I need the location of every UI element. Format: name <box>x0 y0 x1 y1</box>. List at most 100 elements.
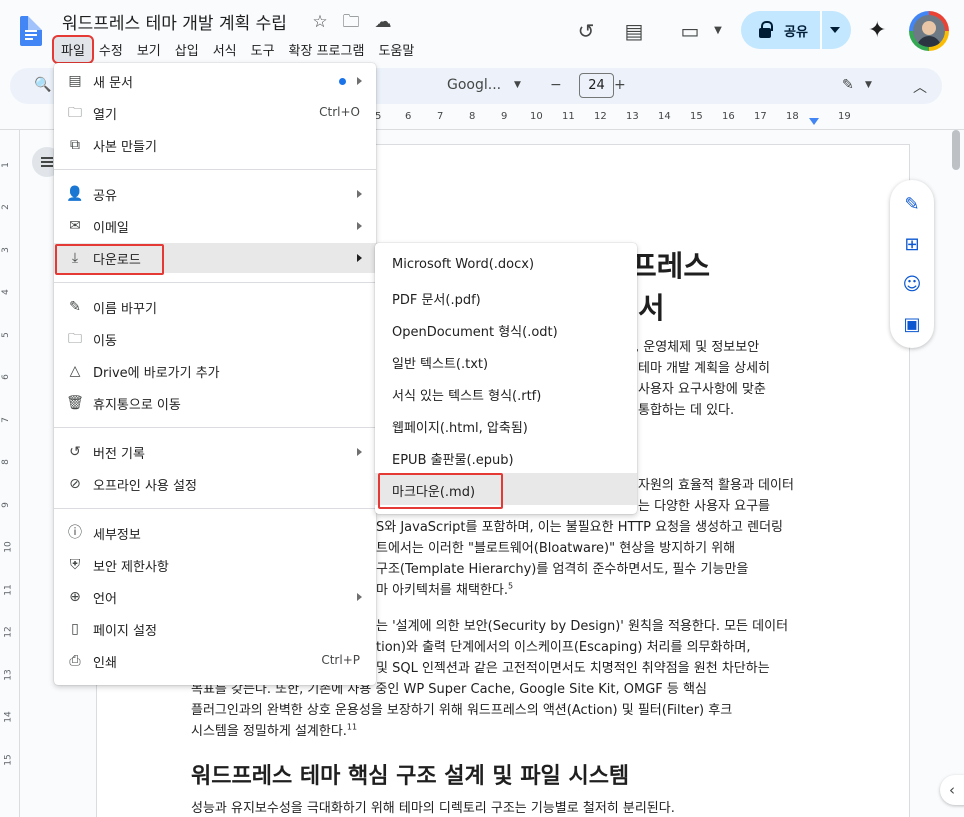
decrease-font-size-button[interactable]: − <box>550 77 562 93</box>
menu-item-open[interactable]: 🗀 열기 Ctrl+O <box>54 98 376 128</box>
font-family-select[interactable]: Googl... <box>447 77 501 93</box>
menu-edit[interactable]: 수정 <box>92 37 130 62</box>
paragraph-text: S와 JavaScript를 포함하며, 이는 불필요한 HTTP 요청을 생성… <box>376 520 783 535</box>
menu-help[interactable]: 도움말 <box>371 37 421 62</box>
search-menus-icon[interactable]: 🔍 <box>34 77 51 93</box>
font-size-input[interactable]: 24 <box>579 73 614 98</box>
comments-icon[interactable]: ▤ <box>621 18 647 44</box>
meet-icon[interactable]: ▭ <box>677 18 703 44</box>
menu-item-security-limits[interactable]: ⛨ 보안 제한사항 <box>54 550 376 580</box>
share-label: 공유 <box>784 25 808 40</box>
increase-font-size-button[interactable]: + <box>614 77 626 93</box>
right-indent-marker[interactable] <box>809 118 819 125</box>
document-heading-line1: 프레스 <box>630 249 711 283</box>
menu-item-make-copy[interactable]: ⧉ 사본 만들기 <box>54 130 376 160</box>
paragraph-text: 테마 개발 계획을 상세히 <box>638 361 770 376</box>
menu-tools[interactable]: 도구 <box>244 37 282 62</box>
download-html[interactable]: 웹페이지(.html, 압축됨) <box>375 409 637 441</box>
download-pdf[interactable]: PDF 문서(.pdf) <box>375 281 637 313</box>
menu-item-move-to-trash[interactable]: 🗑 휴지통으로 이동 <box>54 388 376 418</box>
menu-item-version-history[interactable]: ↺ 버전 기록 <box>54 437 376 467</box>
paragraph-text: 및 SQL 인젝션과 같은 고전적이면서도 치명적인 취약점을 원천 차단하는 <box>376 661 770 676</box>
menu-item-share[interactable]: 👤 공유 <box>54 179 376 209</box>
menu-bar: 파일 수정 보기 삽입 서식 도구 확장 프로그램 도움말 <box>52 34 421 64</box>
move-folder-icon: 🗀 <box>68 331 82 347</box>
share-dropdown-icon[interactable] <box>830 27 840 33</box>
cloud-status-icon[interactable]: ☁ <box>373 12 393 32</box>
paragraph-text: 사용자 요구사항에 맞춘 <box>638 382 766 397</box>
trash-icon: 🗑 <box>66 395 84 411</box>
chevron-left-icon[interactable]: ‹ <box>940 775 964 805</box>
paragraph-text: 마 아키텍처를 채택한다.5 <box>376 581 514 598</box>
chevron-down-icon[interactable]: ▼ <box>705 18 731 44</box>
drive-shortcut-icon: △ <box>69 363 81 379</box>
menu-item-rename[interactable]: ✎ 이름 바꾸기 <box>54 292 376 322</box>
download-epub[interactable]: EPUB 출판물(.epub) <box>375 441 637 473</box>
paragraph-text: tion)와 출력 단계에서의 이스케이프(Escaping) 처리를 의무화하… <box>376 640 751 655</box>
vertical-scrollbar[interactable] <box>952 130 960 170</box>
new-indicator-dot <box>339 78 346 85</box>
menu-item-page-setup[interactable]: ▯ 페이지 설정 <box>54 614 376 644</box>
submenu-arrow-icon <box>357 593 362 601</box>
download-markdown[interactable]: 마크다운(.md) <box>375 473 637 509</box>
submenu-arrow-icon <box>357 222 362 230</box>
emoji-reaction-icon[interactable]: ☺ <box>900 273 924 297</box>
add-comment-icon[interactable]: ⊞ <box>900 233 924 257</box>
side-actions-panel: ✎ ⊞ ☺ ▣ <box>890 180 934 348</box>
submenu-arrow-icon <box>357 190 362 198</box>
avatar[interactable] <box>909 11 949 51</box>
collapse-toolbar-icon[interactable]: ︿ <box>913 77 927 97</box>
menu-format[interactable]: 서식 <box>206 37 244 62</box>
document-title[interactable]: 워드프레스 테마 개발 계획 수립 <box>62 9 287 34</box>
footnote-ref[interactable]: 11 <box>347 723 357 732</box>
version-history-icon[interactable]: ↺ <box>573 18 599 44</box>
menu-item-offline[interactable]: ⊘ 오프라인 사용 설정 <box>54 469 376 499</box>
chevron-down-icon[interactable]: ▼ <box>865 80 872 90</box>
suggest-edit-icon[interactable]: ▣ <box>900 313 924 337</box>
menu-item-print[interactable]: ⎙ 인쇄 Ctrl+P <box>54 646 376 676</box>
document-heading-line2: 서 <box>638 291 665 325</box>
menu-item-add-shortcut[interactable]: △ Drive에 바로가기 추가 <box>54 356 376 386</box>
download-rtf[interactable]: 서식 있는 텍스트 형식(.rtf) <box>375 377 637 409</box>
pencil-icon: ✎ <box>69 299 81 315</box>
person-add-icon: 👤 <box>66 186 84 202</box>
menu-item-new-document[interactable]: ▤ 새 문서 <box>54 66 376 96</box>
menu-item-email[interactable]: ✉ 이메일 <box>54 211 376 241</box>
share-button[interactable]: 공유 <box>741 11 851 49</box>
gemini-icon[interactable]: ✦ <box>868 18 886 43</box>
download-odt[interactable]: OpenDocument 형식(.odt) <box>375 313 637 345</box>
page-icon: ▯ <box>71 621 79 637</box>
download-docx[interactable]: Microsoft Word(.docx) <box>375 249 637 281</box>
download-submenu: Microsoft Word(.docx) PDF 문서(.pdf) OpenD… <box>375 243 637 514</box>
menu-item-move[interactable]: 🗀 이동 <box>54 324 376 354</box>
menu-item-download[interactable]: ⤓ 다운로드 <box>54 243 376 275</box>
menu-insert[interactable]: 삽입 <box>168 37 206 62</box>
magic-pen-icon[interactable]: ✎ <box>900 193 924 217</box>
printer-icon: ⎙ <box>69 653 81 669</box>
docs-logo-icon[interactable] <box>20 16 42 46</box>
shield-icon: ⛨ <box>69 557 81 573</box>
menu-item-language[interactable]: ⊕ 언어 <box>54 582 376 612</box>
globe-icon: ⊕ <box>69 589 81 605</box>
paragraph-text: , 운영체제 및 정보보안 <box>635 340 760 355</box>
edit-mode-icon[interactable]: ✎ <box>842 77 854 93</box>
chevron-down-icon[interactable]: ▼ <box>514 80 521 90</box>
paragraph-text: 구조(Template Hierarchy)를 엄격히 준수하면서도, 필수 기… <box>376 562 749 577</box>
paragraph-text: 는 '설계에 의한 보안(Security by Design)' 원칙을 적용… <box>376 619 789 634</box>
paragraph-text: 플러그인과의 완벽한 상호 운용성을 보장하기 위해 워드프레스의 액션(Act… <box>191 703 733 718</box>
file-menu: ▤ 새 문서 🗀 열기 Ctrl+O ⧉ 사본 만들기 👤 공유 ✉ 이메일 ⤓… <box>54 63 376 685</box>
footnote-ref[interactable]: 5 <box>508 582 513 591</box>
document-icon: ▤ <box>68 73 82 89</box>
move-folder-icon[interactable]: 🗀 <box>341 12 361 32</box>
history-icon: ↺ <box>69 444 81 460</box>
mail-icon: ✉ <box>69 218 81 234</box>
paragraph-text: 는 다양한 사용자 요구를 <box>638 499 770 514</box>
menu-item-details[interactable]: ⓘ 세부정보 <box>54 518 376 548</box>
title-bar: 워드프레스 테마 개발 계획 수립 ☆ 🗀 ☁ 파일 수정 보기 삽입 서식 도… <box>0 0 964 64</box>
vertical-ruler[interactable]: 1 2 3 4 5 6 7 8 9 10 11 12 13 14 15 <box>0 130 20 817</box>
menu-view[interactable]: 보기 <box>130 37 168 62</box>
menu-file[interactable]: 파일 <box>52 34 94 64</box>
download-txt[interactable]: 일반 텍스트(.txt) <box>375 345 637 377</box>
menu-extensions[interactable]: 확장 프로그램 <box>282 37 372 62</box>
star-icon[interactable]: ☆ <box>310 12 330 32</box>
